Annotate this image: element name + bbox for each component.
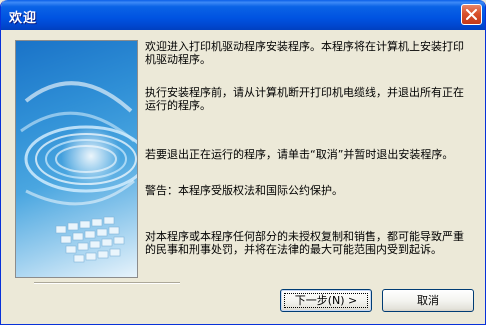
installer-window: 欢迎 欢迎进入打印机驱动程序安装程序。本程序将在计算机上安装打印机驱动程序。 执… [0, 0, 486, 325]
exit-instruction: 若要退出正在运行的程序，请单击“取消”并暂时退出安装程序。 [145, 148, 454, 161]
cancel-button[interactable]: 取消 [382, 289, 474, 312]
close-button[interactable] [461, 4, 482, 25]
disconnect-instruction: 执行安装程序前，请从计算机断开打印机电缆线，并退出所有正在运行的程序。 [145, 86, 464, 112]
title-bar[interactable]: 欢迎 [1, 0, 485, 30]
legal-notice: 对本程序或本程序任何部分的未授权复制和销售，都可能导致严重的民事和刑事处罚，并将… [145, 230, 464, 256]
intro-paragraph: 欢迎进入打印机驱动程序安装程序。本程序将在计算机上安装打印机驱动程序。 [145, 40, 464, 66]
next-button[interactable]: 下一步(N) > [280, 289, 372, 312]
focus-rectangle [284, 293, 368, 308]
printer-spiral-artwork [15, 40, 138, 278]
window-title: 欢迎 [9, 11, 38, 26]
cancel-button-label: 取消 [417, 294, 439, 307]
close-icon [466, 9, 477, 20]
copyright-warning: 警告：本程序受版权法和国际公约保护。 [145, 184, 343, 197]
separator-line [34, 282, 180, 284]
dialog-body: 欢迎进入打印机驱动程序安装程序。本程序将在计算机上安装打印机驱动程序。 执行安装… [4, 30, 482, 322]
